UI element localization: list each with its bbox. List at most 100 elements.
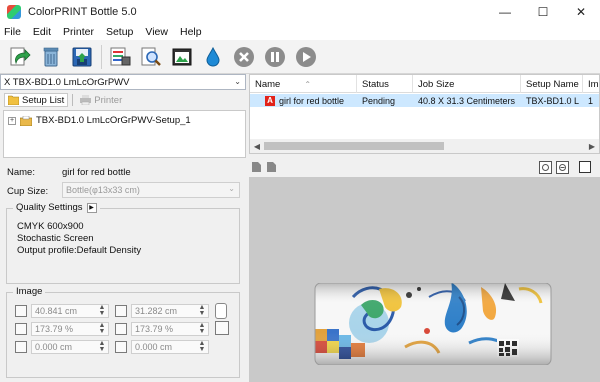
offset-row: 0.000 cm ▲ ▼ 0.000 cm ▲ ▼ bbox=[7, 339, 241, 355]
offset-x-icon bbox=[15, 341, 27, 353]
printer-setup-icon bbox=[20, 115, 32, 126]
pause-icon bbox=[264, 46, 285, 67]
column-name[interactable]: Name ⌃ bbox=[250, 75, 357, 93]
offset-y-stepper[interactable]: ▲ ▼ bbox=[197, 340, 207, 354]
fit-icon[interactable] bbox=[215, 321, 229, 335]
column-setup-name[interactable]: Setup Name bbox=[521, 75, 583, 93]
quality-settings-label: Quality Settings bbox=[16, 202, 83, 213]
chevron-down-icon: ⌄ bbox=[228, 184, 235, 193]
row-status: Pending bbox=[362, 95, 396, 106]
job-list-header: Name ⌃ Status Job Size Setup Name Im bbox=[250, 75, 599, 93]
name-value: girl for red bottle bbox=[62, 167, 131, 178]
lock-ratio-icon[interactable] bbox=[215, 303, 227, 319]
image-button[interactable] bbox=[168, 43, 195, 70]
scroll-right-icon[interactable]: ▶ bbox=[586, 140, 598, 152]
row-setup-name: TBX-BD1.0 L bbox=[526, 95, 580, 106]
horizontal-scrollbar[interactable]: ◀ ▶ bbox=[250, 139, 599, 153]
printer-icon bbox=[80, 95, 92, 105]
cup-size-value: Bottle(φ13x33 cm) bbox=[66, 185, 140, 195]
pause-button[interactable] bbox=[261, 43, 288, 70]
cup-size-select[interactable]: Bottle(φ13x33 cm) ⌄ bbox=[62, 182, 240, 198]
ink-button[interactable] bbox=[199, 43, 226, 70]
print-settings-button[interactable] bbox=[106, 43, 133, 70]
search-icon bbox=[141, 47, 161, 66]
setup-combo[interactable]: X TBX-BD1.0 LmLcOrGrPWV ⌄ bbox=[0, 74, 246, 90]
offset-y-icon bbox=[115, 341, 127, 353]
play-icon bbox=[295, 46, 316, 67]
print-settings-icon bbox=[110, 47, 130, 65]
tab-setup-list-label: Setup List bbox=[22, 94, 65, 106]
height-stepper[interactable]: ▲ ▼ bbox=[197, 304, 207, 318]
column-status[interactable]: Status bbox=[357, 75, 413, 93]
window-controls: — ☐ ✕ bbox=[486, 0, 600, 24]
tab-printer[interactable]: Printer bbox=[77, 93, 125, 107]
zoom-in-icon[interactable] bbox=[539, 161, 552, 174]
trash-icon bbox=[43, 47, 58, 66]
toolbar-separator bbox=[101, 44, 102, 69]
refresh-button[interactable] bbox=[6, 43, 33, 70]
scale-row: 173.79 % ▲ ▼ 173.79 % ▲ ▼ bbox=[7, 321, 241, 337]
tab-separator bbox=[72, 94, 74, 106]
column-im[interactable]: Im bbox=[583, 75, 599, 93]
sort-icon: ⌃ bbox=[304, 79, 312, 89]
save-button[interactable] bbox=[68, 43, 95, 70]
row-name-cell: A girl for red bottle bbox=[260, 94, 357, 107]
expand-arrow-icon[interactable]: ▶ bbox=[86, 202, 97, 213]
play-button[interactable] bbox=[292, 43, 319, 70]
close-button[interactable]: ✕ bbox=[562, 0, 600, 24]
save-icon bbox=[72, 47, 91, 66]
menu-bar: File Edit Printer Setup View Help bbox=[0, 24, 600, 40]
setup-tree: + TBX-BD1.0 LmLcOrGrPWV-Setup_1 bbox=[3, 110, 246, 158]
zoom-out-icon[interactable] bbox=[556, 161, 569, 174]
title-bar: ColorPRINT Bottle 5.0 — ☐ ✕ bbox=[0, 0, 600, 24]
row-job-size: 40.8 X 31.3 Centimeters bbox=[418, 95, 516, 106]
quality-settings-title: Quality Settings ▶ bbox=[13, 202, 100, 213]
page-next-icon[interactable] bbox=[266, 161, 277, 173]
scale-y-stepper[interactable]: ▲ ▼ bbox=[197, 322, 207, 336]
scale-x-stepper[interactable]: ▲ ▼ bbox=[97, 322, 107, 336]
tree-item[interactable]: + TBX-BD1.0 LmLcOrGrPWV-Setup_1 bbox=[8, 115, 191, 126]
left-pane: X TBX-BD1.0 LmLcOrGrPWV ⌄ Setup List Pri… bbox=[0, 74, 246, 382]
page-prev-icon[interactable] bbox=[251, 161, 262, 173]
width-stepper[interactable]: ▲ ▼ bbox=[97, 304, 107, 318]
width-icon bbox=[15, 305, 27, 317]
scale-x-icon bbox=[15, 323, 27, 335]
image-icon bbox=[172, 48, 191, 65]
search-button[interactable] bbox=[137, 43, 164, 70]
menu-file[interactable]: File bbox=[4, 26, 21, 38]
cancel-button[interactable] bbox=[230, 43, 257, 70]
bottle-preview-image bbox=[314, 283, 552, 365]
menu-printer[interactable]: Printer bbox=[63, 26, 94, 38]
tree-item-label: TBX-BD1.0 LmLcOrGrPWV-Setup_1 bbox=[36, 115, 191, 126]
name-label: Name: bbox=[7, 167, 35, 178]
size-row: 40.841 cm ▲ ▼ 31.282 cm ▲ ▼ bbox=[7, 303, 241, 319]
tab-setup-list[interactable]: Setup List bbox=[4, 93, 69, 107]
setup-combo-value: X TBX-BD1.0 LmLcOrGrPWV bbox=[4, 76, 130, 88]
quality-line: Output profile:Default Density bbox=[17, 245, 142, 256]
delete-button[interactable] bbox=[37, 43, 64, 70]
scroll-thumb[interactable] bbox=[264, 142, 444, 150]
preview-toolbar bbox=[249, 158, 600, 176]
fullscreen-icon[interactable] bbox=[579, 161, 591, 173]
minimize-button[interactable]: — bbox=[486, 0, 524, 24]
refresh-icon bbox=[10, 47, 31, 65]
menu-edit[interactable]: Edit bbox=[33, 26, 51, 38]
quality-line: Stochastic Screen bbox=[17, 233, 94, 244]
row-im: 1 bbox=[588, 95, 594, 106]
scale-y-icon bbox=[115, 323, 127, 335]
column-job-size[interactable]: Job Size bbox=[413, 75, 521, 93]
row-name: girl for red bottle bbox=[279, 95, 345, 106]
job-list: Name ⌃ Status Job Size Setup Name Im A g… bbox=[249, 74, 600, 154]
expand-icon[interactable]: + bbox=[8, 116, 16, 125]
menu-setup[interactable]: Setup bbox=[106, 26, 133, 38]
list-tabs: Setup List Printer bbox=[0, 91, 246, 109]
offset-x-stepper[interactable]: ▲ ▼ bbox=[97, 340, 107, 354]
ink-drop-icon bbox=[205, 46, 220, 66]
cancel-icon bbox=[233, 46, 254, 67]
scroll-left-icon[interactable]: ◀ bbox=[251, 140, 263, 152]
menu-view[interactable]: View bbox=[145, 26, 168, 38]
menu-help[interactable]: Help bbox=[180, 26, 202, 38]
table-row[interactable]: A girl for red bottle Pending 40.8 X 31.… bbox=[250, 94, 599, 107]
maximize-button[interactable]: ☐ bbox=[524, 0, 562, 24]
quality-line: CMYK 600x900 bbox=[17, 221, 84, 232]
